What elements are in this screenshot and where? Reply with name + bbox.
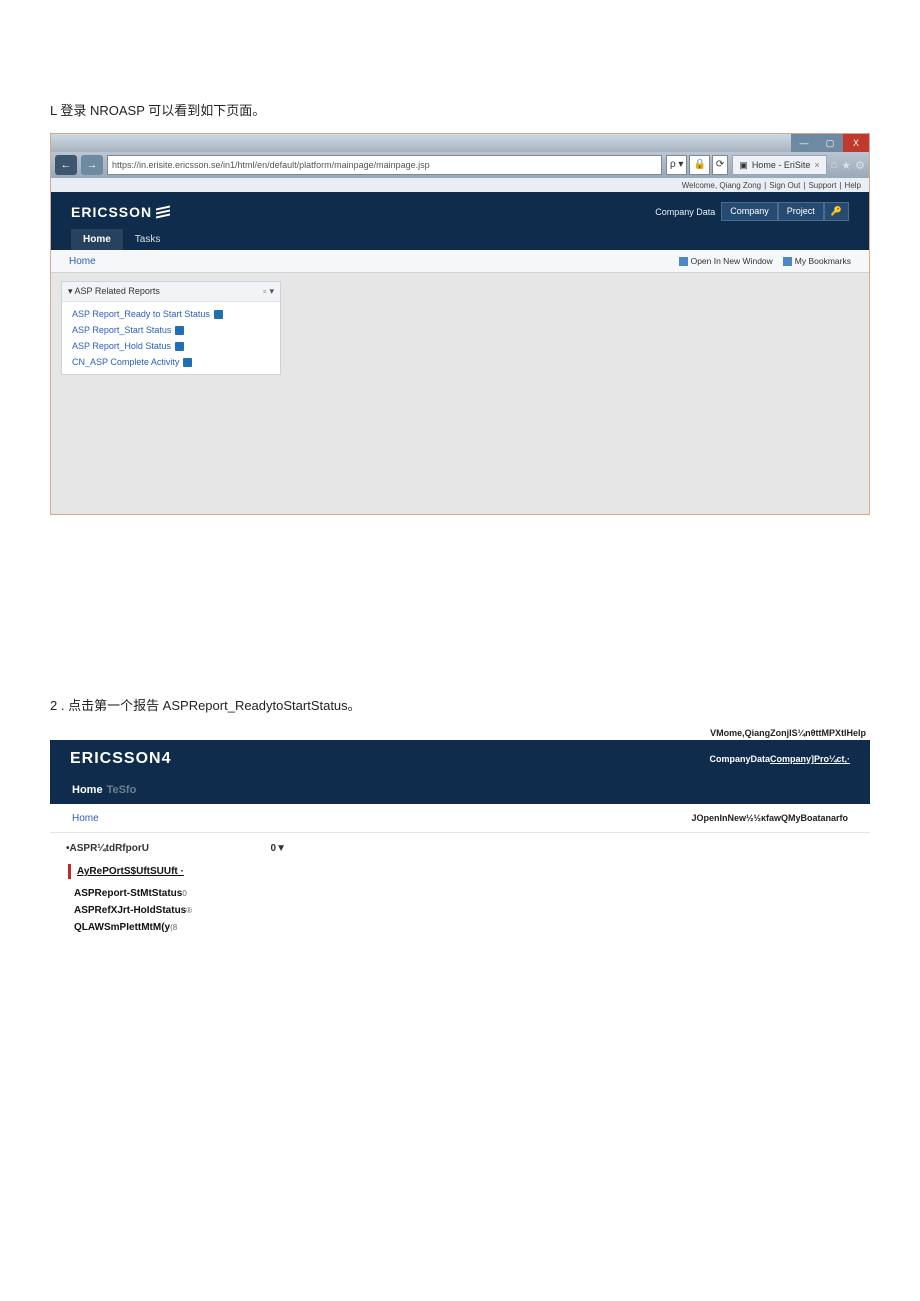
window-close-button[interactable]: X: [843, 134, 869, 152]
report-icon: [214, 310, 223, 319]
panel-header-2: •ASPR¼tdRfporU 0▼: [66, 839, 286, 858]
tab-home[interactable]: Home: [71, 229, 123, 250]
main-tabs-2: HomeTeSfo: [70, 778, 850, 804]
main-tabs: Home Tasks: [71, 229, 849, 250]
report-suffix: 0: [182, 889, 186, 898]
ie-address-bar: ← → https://in.erisite.ericsson.se/in1/h…: [51, 152, 869, 178]
ie-corner-icons: ⌂ ★ ⚙: [831, 159, 865, 172]
ie-tools-icon[interactable]: ⚙: [855, 159, 865, 172]
ie-favorites-icon[interactable]: ★: [841, 159, 851, 172]
report-suffix: ®: [186, 906, 192, 915]
report-label: ASP Report_Start Status: [72, 325, 171, 335]
company-button[interactable]: Company: [721, 202, 778, 221]
my-bookmarks-label: My Bookmarks: [795, 256, 851, 266]
asp-reports-panel: ▾ ASP Related Reports ▫ ▾ ASP Report_Rea…: [61, 281, 281, 375]
ericsson-banner-2: ERICSSON4 CompanyDataCompany]Pro¼ct,· Ho…: [50, 740, 870, 804]
company-button-group: Company Data Company Project 🔑: [649, 202, 849, 221]
report-item-2[interactable]: ASPRefXJrt-HoIdStatus®: [66, 902, 854, 919]
step1-caption: L 登录 NROASP 可以看到如下页面。: [50, 100, 870, 119]
report-icon: [175, 326, 184, 335]
tab-tasks-2[interactable]: TeSfo: [105, 778, 139, 804]
lock-icon: 🔒: [689, 155, 709, 175]
selected-report-label: AyRePOrtS$UftSUUft: [77, 866, 178, 877]
welcome-text-2: VMome,QiangZonjIS¼nθttMPXtIHelp: [710, 728, 866, 738]
tab-close-icon[interactable]: ×: [814, 156, 819, 174]
my-bookmarks-link[interactable]: My Bookmarks: [783, 256, 851, 266]
reports-list: ASP Report_Ready to Start Status ASP Rep…: [62, 302, 280, 374]
url-field[interactable]: https://in.erisite.ericsson.se/in1/html/…: [107, 155, 662, 175]
report-item-2[interactable]: QLAWSmPIettMtM(y(8: [66, 919, 854, 936]
spacer: [50, 515, 870, 695]
sign-out-link[interactable]: Sign Out: [769, 181, 800, 190]
company-data-label: Company Data: [649, 204, 721, 220]
welcome-strip: Welcome, Qiang Zong| Sign Out| Support| …: [51, 178, 869, 192]
panel-header: ▾ ASP Related Reports ▫ ▾: [62, 282, 280, 302]
screenshot-1: — ▢ X ← → https://in.erisite.ericsson.se…: [50, 133, 870, 515]
window-buttons: — ▢ X: [791, 134, 869, 152]
panel-title-2: •ASPR¼tdRfporU: [66, 843, 149, 854]
report-item[interactable]: ASP Report_Hold Status: [62, 338, 280, 354]
panel-menu-2[interactable]: 0▼: [271, 843, 286, 854]
panel-menu-icon[interactable]: ▾: [269, 286, 274, 297]
report-item-2[interactable]: ASPReport-StMtStatus0: [66, 885, 854, 902]
report-suffix: (8: [170, 923, 177, 932]
help-link[interactable]: Help: [845, 181, 861, 190]
project-button[interactable]: Project: [778, 202, 824, 221]
ericsson-logo-2: ERICSSON4: [70, 750, 171, 768]
support-link[interactable]: Support: [808, 181, 836, 190]
panel-action-icon[interactable]: ▫: [263, 286, 266, 297]
window-maximize-button[interactable]: ▢: [817, 134, 843, 152]
breadcrumb-row: Home Open In New Window My Bookmarks: [51, 250, 869, 273]
report-item[interactable]: CN_ASP Complete Activity: [62, 354, 280, 370]
panel-area-2: •ASPR¼tdRfporU 0▼ AyRePOrtS$UftSUUft · A…: [50, 833, 870, 976]
report-label: ASP Report_Ready to Start Status: [72, 309, 210, 319]
addressbar-icon-group: ρ ▾ 🔒 ⟳: [666, 155, 728, 175]
step2-caption: 2 . 点击第一个报告 ASPReport_ReadytoStartStatus…: [50, 695, 870, 714]
panel-area: ▾ ASP Related Reports ▫ ▾ ASP Report_Rea…: [51, 273, 869, 383]
bookmark-icon: [783, 257, 792, 266]
tab-tasks[interactable]: Tasks: [123, 229, 173, 250]
nav-forward-button[interactable]: →: [81, 155, 103, 175]
welcome-user: Welcome, Qiang Zong: [682, 181, 761, 190]
report-icon: [183, 358, 192, 367]
browser-tab[interactable]: ▣ Home - EriSite ×: [732, 155, 826, 175]
ericsson-banner: ERICSSON Company Data Company Project 🔑 …: [51, 192, 869, 250]
ericsson-stripes-icon: [156, 206, 170, 218]
report-label-2: ASPRefXJrt-HoIdStatus: [74, 905, 186, 916]
ie-titlebar: — ▢ X: [51, 134, 869, 152]
refresh-icon[interactable]: ⟳: [712, 155, 728, 175]
logo-text: ERICSSON: [71, 204, 152, 220]
document-page: L 登录 NROASP 可以看到如下页面。 — ▢ X ← → https://…: [0, 0, 920, 1301]
tab-title: Home - EriSite: [752, 156, 811, 174]
breadcrumb-row-2: Home JOpenInNew½½κfawQMyBoatanarfo: [50, 804, 870, 833]
breadcrumb[interactable]: Home: [69, 256, 96, 267]
report-label-2: ASPReport-StMtStatus: [74, 888, 182, 899]
ie-home-icon[interactable]: ⌂: [831, 159, 838, 172]
nav-back-button[interactable]: ←: [55, 155, 77, 175]
right-links-2[interactable]: JOpenInNew½½κfawQMyBoatanarfo: [691, 813, 848, 823]
selected-report-item[interactable]: AyRePOrtS$UftSUUft ·: [68, 864, 854, 879]
ericsson-logo: ERICSSON: [71, 204, 170, 220]
open-new-window-link[interactable]: Open In New Window: [679, 256, 773, 266]
company-line-2: CompanyDataCompany]Pro¼ct,·: [709, 754, 850, 764]
report-label-2: QLAWSmPIettMtM(y: [74, 922, 170, 933]
open-new-window-label: Open In New Window: [691, 256, 773, 266]
tab-home-2[interactable]: Home: [70, 778, 105, 804]
report-label: ASP Report_Hold Status: [72, 341, 171, 351]
panel-title: ASP Related Reports: [75, 286, 160, 296]
report-label: CN_ASP Complete Activity: [72, 357, 179, 367]
report-item[interactable]: ASP Report_Ready to Start Status: [62, 306, 280, 322]
key-button[interactable]: 🔑: [824, 202, 849, 221]
window-minimize-button[interactable]: —: [791, 134, 817, 152]
tab-favicon-icon: ▣: [739, 156, 748, 174]
screenshot-2: VMome,QiangZonjIS¼nθttMPXtIHelp ERICSSON…: [50, 728, 870, 976]
open-window-icon: [679, 257, 688, 266]
report-item[interactable]: ASP Report_Start Status: [62, 322, 280, 338]
breadcrumb-2[interactable]: Home: [72, 813, 99, 824]
report-icon: [175, 342, 184, 351]
reports-list-2: ASPReport-StMtStatus0 ASPRefXJrt-HoIdSta…: [66, 885, 854, 936]
selected-marker: ·: [181, 866, 184, 877]
welcome-strip-2: VMome,QiangZonjIS¼nθttMPXtIHelp: [50, 728, 870, 738]
search-dropdown-icon[interactable]: ρ ▾: [666, 155, 688, 175]
